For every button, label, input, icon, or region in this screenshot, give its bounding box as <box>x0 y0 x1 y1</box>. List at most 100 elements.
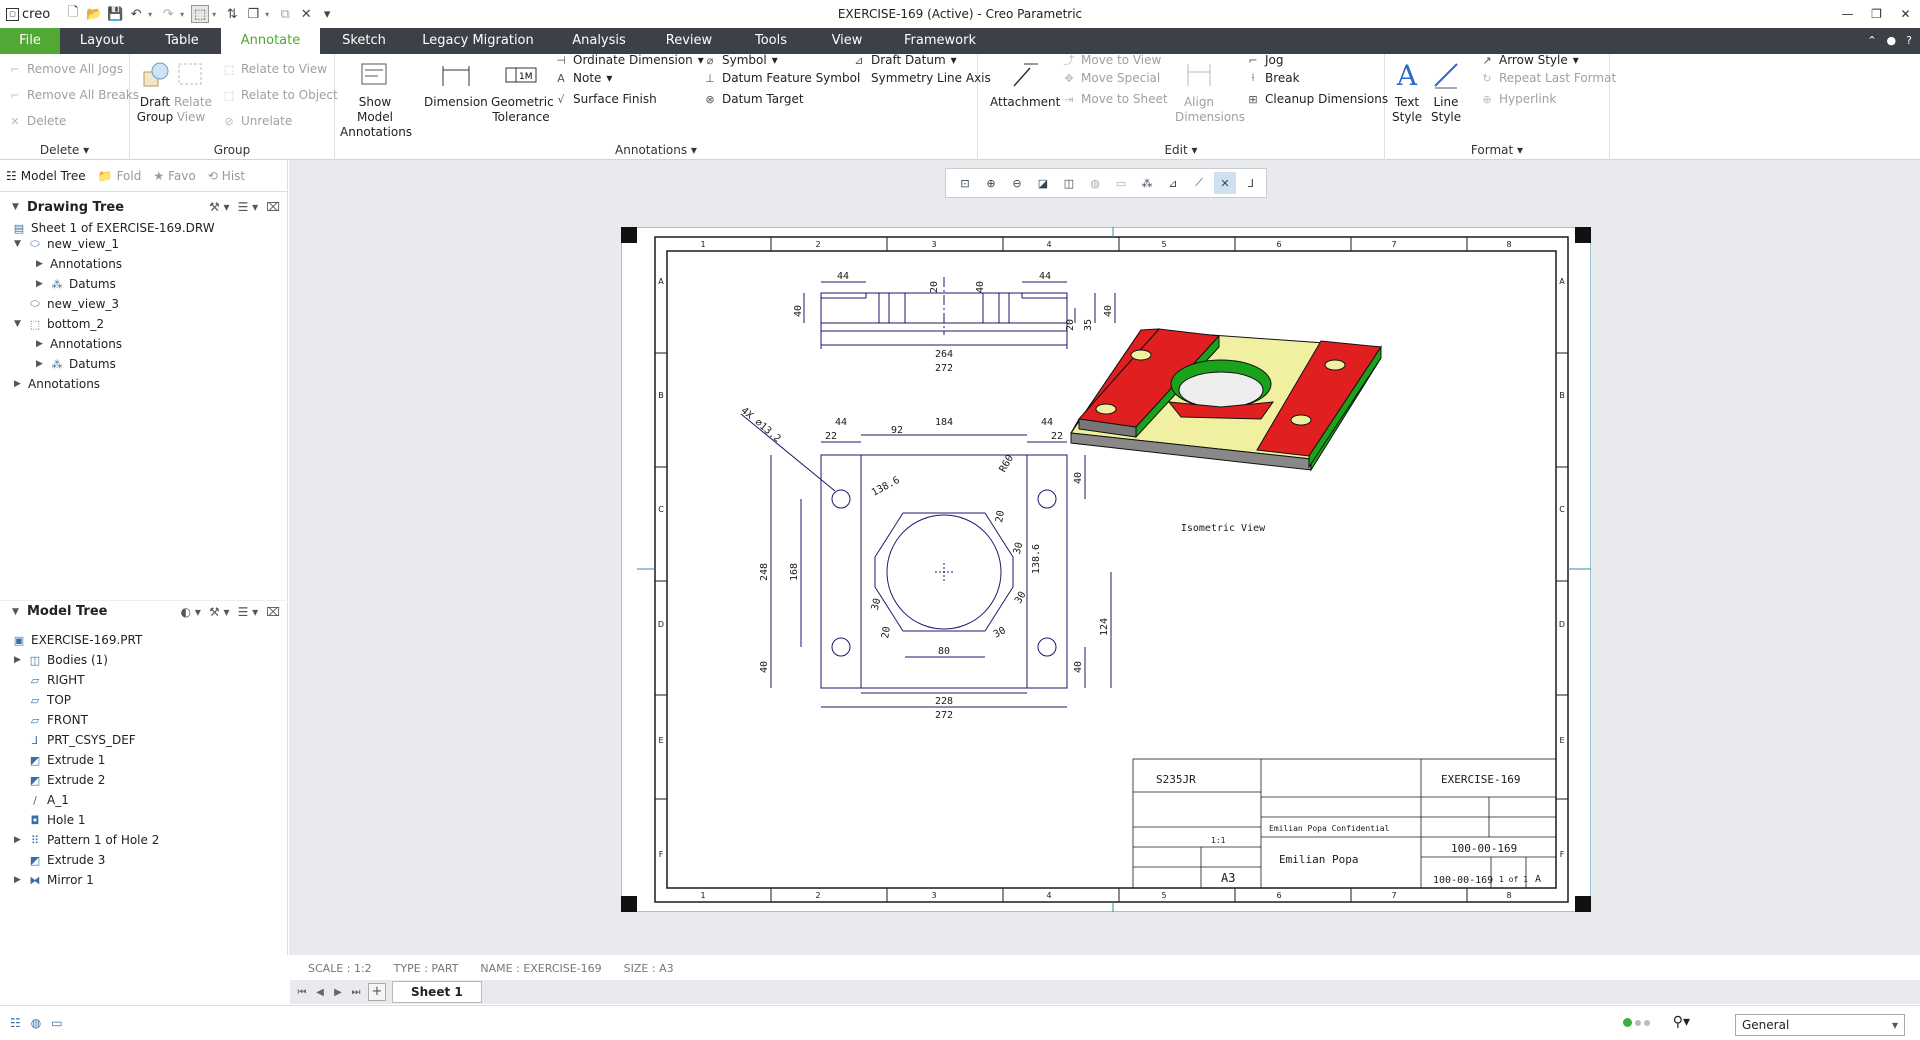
help-icon[interactable]: ? <box>1906 28 1912 54</box>
show-icon[interactable]: ☰ ▾ <box>238 605 259 619</box>
close-window-icon[interactable]: ⧉ <box>276 5 294 23</box>
text-style-button[interactable]: A Text Style <box>1390 58 1424 125</box>
tree-item-new-view-1[interactable]: ▼ ⬭ new_view_1 <box>14 234 119 254</box>
draft-datum-button[interactable]: ⊿ Draft Datum ▾ <box>852 50 956 70</box>
next-sheet-icon[interactable]: ▶ <box>332 987 344 998</box>
find-icon[interactable]: ⚲▾ <box>1673 1014 1690 1030</box>
add-sheet-button[interactable]: + <box>368 983 386 1001</box>
move-special-button[interactable]: ✥ Move Special <box>1062 68 1160 88</box>
dimension-label[interactable]: 228 <box>935 696 953 707</box>
tree-item-annotations[interactable]: ▶ Annotations <box>14 374 100 394</box>
show-model-annotations-button[interactable]: Show Model Annotations <box>340 58 412 140</box>
tree-item-top[interactable]: ▱ TOP <box>28 690 71 710</box>
model-tree-header[interactable]: ▼ Model Tree ◐ ▾ ⚒ ▾ ☰ ▾ ⌧ <box>0 600 288 622</box>
display-icon[interactable]: ◐ ▾ <box>181 605 201 619</box>
move-to-view-button[interactable]: ⤴ Move to View <box>1062 50 1162 70</box>
expand-arrow-icon[interactable]: ▶ <box>14 655 23 665</box>
customize-qat-icon[interactable]: ▾ <box>318 5 336 23</box>
jog-button[interactable]: ⌐ Jog <box>1246 50 1283 70</box>
navigator-toggle-icon[interactable]: ☷ <box>10 1016 21 1030</box>
annotations-group-label[interactable]: Annotations ▾ <box>335 143 977 157</box>
filter-icon[interactable]: ⌧ <box>266 605 280 619</box>
dimension-label[interactable]: 168 <box>789 563 800 581</box>
remove-all-jogs-button[interactable]: ⌐ Remove All Jogs <box>8 59 123 79</box>
refit-icon[interactable]: ⊡ <box>954 172 976 194</box>
tab-annotate[interactable]: Annotate <box>221 28 320 54</box>
expand-arrow-icon[interactable]: ▶ <box>14 835 23 845</box>
dimension-label[interactable]: 22 <box>825 431 837 442</box>
show-icon[interactable]: ☰ ▾ <box>238 200 259 214</box>
tree-item-csys[interactable]: ⅃ PRT_CSYS_DEF <box>28 730 136 750</box>
tree-item-mirror[interactable]: ▶ ⧓ Mirror 1 <box>14 870 94 890</box>
dimension-label[interactable]: 44 <box>1041 417 1053 428</box>
cleanup-dimensions-button[interactable]: ⊞ Cleanup Dimensions <box>1246 89 1388 109</box>
dimension-label[interactable]: 272 <box>935 710 953 721</box>
dimension-label[interactable]: 20 <box>1065 319 1076 331</box>
view-manager-icon[interactable]: ▭ <box>1110 172 1132 194</box>
dimension-label[interactable]: 80 <box>938 646 950 657</box>
sheet-tab[interactable]: Sheet 1 <box>392 981 482 1003</box>
select-box-icon[interactable]: ⬚ <box>191 5 210 23</box>
tab-model-tree[interactable]: ☷ Model Tree <box>0 160 92 192</box>
display-style-icon[interactable]: ◫ <box>1058 172 1080 194</box>
dimension-label[interactable]: 92 <box>891 425 903 436</box>
drawing-sheet[interactable]: 1 2 3 4 5 6 7 8 1 2 3 4 5 6 7 8 A B C D … <box>621 227 1591 912</box>
hyperlink-button[interactable]: ⊕ Hyperlink <box>1480 89 1556 109</box>
tree-item-bottom-2[interactable]: ▼ ⬚ bottom_2 <box>14 314 104 334</box>
tab-sketch[interactable]: Sketch <box>340 28 388 54</box>
annotation-display-icon[interactable]: ⊿ <box>1162 172 1184 194</box>
first-sheet-icon[interactable]: ⏮ <box>296 987 308 998</box>
point-display-icon[interactable]: ✕ <box>1214 172 1236 194</box>
dimension-label[interactable]: 20 <box>994 510 1007 524</box>
dimension-label[interactable]: 44 <box>837 271 849 282</box>
dimension-label[interactable]: 264 <box>935 349 953 360</box>
dimension-label[interactable]: 22 <box>1051 431 1063 442</box>
unrelate-button[interactable]: ⊘ Unrelate <box>222 111 292 131</box>
tree-item-bodies[interactable]: ▶ ◫ Bodies (1) <box>14 650 108 670</box>
zoom-out-icon[interactable]: ⊖ <box>1006 172 1028 194</box>
browser-toggle-icon[interactable]: ◍ <box>31 1016 41 1030</box>
axis-display-icon[interactable]: ⟋ <box>1188 172 1210 194</box>
dimension-label[interactable]: 40 <box>793 305 804 317</box>
tree-item-new-view-3[interactable]: ⬭ new_view_3 <box>28 294 119 314</box>
tab-legacy-migration[interactable]: Legacy Migration <box>422 28 534 54</box>
redo-icon[interactable]: ↷ <box>159 5 177 23</box>
prev-sheet-icon[interactable]: ◀ <box>314 987 326 998</box>
selection-filter-select[interactable]: General <box>1735 1014 1905 1036</box>
repaint-icon[interactable]: ◪ <box>1032 172 1054 194</box>
delete-button[interactable]: ✕ Delete <box>8 111 66 131</box>
filter-icon[interactable]: ⌧ <box>266 200 280 214</box>
drawing-tree-header[interactable]: ▼ Drawing Tree ⚒ ▾ ☰ ▾ ⌧ <box>0 196 288 218</box>
symbol-button[interactable]: ⌀ Symbol ▾ <box>703 50 778 70</box>
dimension-label[interactable]: 20 <box>929 281 940 293</box>
tab-folder[interactable]: 📁 Fold <box>92 160 148 192</box>
tab-file[interactable]: File <box>0 28 60 54</box>
tree-item-right[interactable]: ▱ RIGHT <box>28 670 85 690</box>
format-group-label[interactable]: Format ▾ <box>1385 143 1609 157</box>
tree-item-extrude-1[interactable]: ◩ Extrude 1 <box>28 750 106 770</box>
arrow-style-button[interactable]: ↗ Arrow Style ▾ <box>1480 50 1578 70</box>
windows-icon[interactable]: ❐ <box>244 5 262 23</box>
surface-finish-button[interactable]: √ Surface Finish <box>554 89 656 109</box>
tab-table[interactable]: Table <box>160 28 204 54</box>
dimension-label[interactable]: 40 <box>759 661 770 673</box>
user-icon[interactable]: ● <box>1887 28 1897 54</box>
dimension-label[interactable]: 40 <box>1103 305 1114 317</box>
dimension-label[interactable]: 40 <box>1073 661 1084 673</box>
regenerate-icon[interactable]: ⇅ <box>223 5 241 23</box>
datum-display-icon[interactable]: ⁂ <box>1136 172 1158 194</box>
move-to-sheet-button[interactable]: ⇥ Move to Sheet <box>1062 89 1167 109</box>
expand-arrow-icon[interactable]: ▶ <box>36 359 45 369</box>
expand-arrow-icon[interactable]: ▶ <box>14 379 23 389</box>
edit-group-label[interactable]: Edit ▾ <box>978 143 1384 157</box>
dimension-label[interactable]: 44 <box>835 417 847 428</box>
attachment-button[interactable]: Attachment <box>990 58 1060 110</box>
settings-icon[interactable]: ⚒ ▾ <box>209 605 230 619</box>
tree-item-axis[interactable]: / A_1 <box>28 790 69 810</box>
tree-item-extrude-2[interactable]: ◩ Extrude 2 <box>28 770 106 790</box>
csys-display-icon[interactable]: ⅃ <box>1240 172 1262 194</box>
collapse-arrow-icon[interactable]: ▼ <box>12 607 21 617</box>
dimension-label[interactable]: 20 <box>880 626 893 640</box>
tree-item-front[interactable]: ▱ FRONT <box>28 710 88 730</box>
new-file-icon[interactable]: 🗋 <box>64 5 82 23</box>
